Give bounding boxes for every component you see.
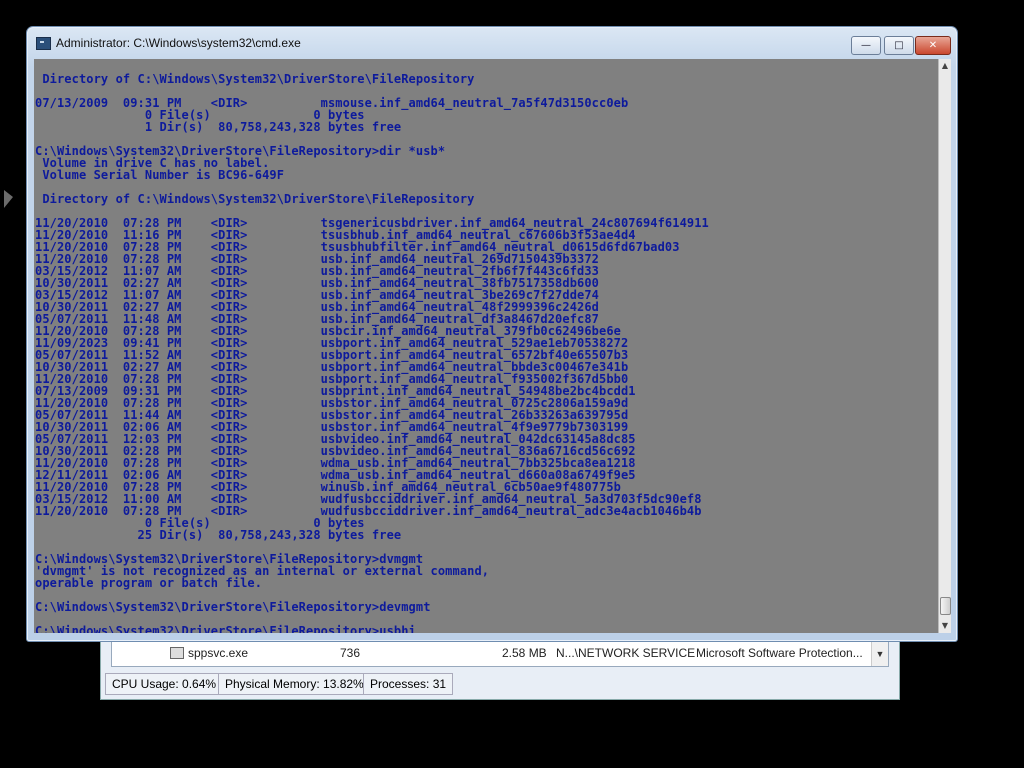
process-count: Processes: 31 [363, 673, 454, 695]
scroll-down-arrow-icon[interactable]: ▼ [871, 642, 888, 666]
maximize-button[interactable]: □ [884, 36, 914, 55]
cmd-app-icon[interactable] [36, 37, 51, 50]
scroll-thumb[interactable] [940, 597, 951, 615]
minimize-button[interactable]: — [851, 36, 881, 55]
scroll-up-arrow-icon[interactable]: ▲ [939, 59, 951, 73]
process-list[interactable]: sppsvc.exe 736 2.58 MB N...\NETWORK SERV… [111, 641, 889, 667]
title-bar[interactable]: Administrator: C:\Windows\system32\cmd.e… [27, 27, 957, 57]
table-row[interactable]: sppsvc.exe 736 2.58 MB N...\NETWORK SERV… [112, 645, 872, 661]
vertical-scrollbar[interactable]: ▲ ▼ [938, 59, 951, 633]
physical-memory: Physical Memory: 13.82% [218, 673, 371, 695]
process-icon [170, 647, 184, 659]
status-bar: CPU Usage: 0.64% Physical Memory: 13.82%… [105, 673, 895, 695]
process-user: N...\NETWORK SERVICE [556, 646, 696, 660]
console-output[interactable]: Directory of C:\Windows\System32\DriverS… [34, 59, 938, 633]
console-text: Directory of C:\Windows\System32\DriverS… [35, 72, 709, 633]
close-button[interactable]: ✕ [915, 36, 951, 55]
mouse-cursor-icon [4, 190, 13, 208]
process-name: sppsvc.exe [188, 646, 249, 660]
process-description: Microsoft Software Protection... [696, 646, 863, 660]
scroll-down-arrow-icon[interactable]: ▼ [939, 619, 951, 633]
cpu-usage: CPU Usage: 0.64% [105, 673, 224, 695]
window-title: Administrator: C:\Windows\system32\cmd.e… [56, 36, 301, 50]
cmd-window: Administrator: C:\Windows\system32\cmd.e… [26, 26, 958, 642]
process-memory: 2.58 MB [502, 646, 547, 660]
process-pid: 736 [340, 646, 361, 660]
